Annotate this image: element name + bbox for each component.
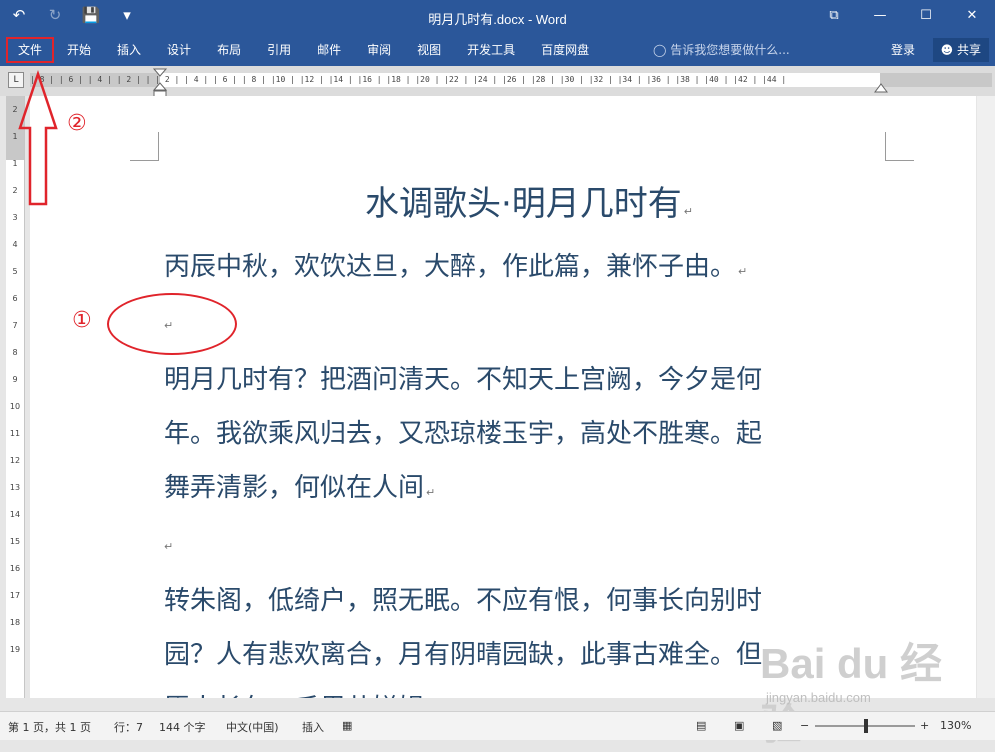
- tab-review[interactable]: 审阅: [354, 34, 404, 66]
- tell-me-search[interactable]: ◯ 告诉我您想要做什么...: [653, 34, 790, 66]
- annotation-ellipse: [107, 293, 237, 355]
- empty-paragraph: ↵: [164, 299, 894, 353]
- vertical-scrollbar[interactable]: [977, 96, 995, 698]
- ribbon: 文件 开始 插入 设计 布局 引用 邮件 审阅 视图 开发工具 百度网盘 ◯ 告…: [0, 34, 995, 66]
- login-link[interactable]: 登录: [891, 34, 915, 66]
- document-line: 年。我欲乘风归去，又恐琼楼玉宇，高处不胜寒。起: [164, 419, 763, 449]
- document-title: 水调歌头·明月几时有 ↵: [364, 184, 694, 224]
- indent-marker-icon[interactable]: [153, 68, 167, 98]
- watermark-url: jingyan.baidu.com: [766, 690, 871, 705]
- margin-corner-top-left: [130, 132, 159, 161]
- word-count[interactable]: 144 个字: [159, 719, 206, 735]
- print-layout-icon[interactable]: ▣: [734, 719, 744, 732]
- document-line: 转朱阁，低绮户，照无眠。不应有恨，何事长向别时: [164, 586, 763, 616]
- share-button[interactable]: ☻ 共享: [932, 38, 989, 62]
- ruler-ticks: | 8 | | 6 | | 4 | | 2 | | | 2 | | 4 | | …: [30, 75, 787, 84]
- ribbon-display-icon[interactable]: ⧉: [811, 0, 857, 32]
- paragraph-mark-icon: ↵: [164, 540, 174, 553]
- line-number: 行：7: [114, 721, 143, 734]
- zoom-out-button[interactable]: −: [800, 719, 809, 732]
- page-count[interactable]: 第 1 页，共 1 页: [8, 719, 91, 735]
- share-label: 共享: [956, 43, 981, 57]
- maximize-button[interactable]: ☐: [903, 0, 949, 32]
- zoom-slider-handle[interactable]: [864, 719, 868, 733]
- document-page[interactable]: 水调歌头·明月几时有 ↵ 丙辰中秋，欢饮达旦，大醉，作此篇，兼怀子由。 ↵ ↵ 明月…: [30, 96, 976, 698]
- document-line: 舞弄清影，何似在人间 ↵: [164, 473, 436, 503]
- web-layout-icon[interactable]: ▧: [772, 719, 782, 732]
- title-bar: ↶ ↻ 💾 ▾ 明月几时有.docx - Word ⧉ — ☐ ✕: [0, 0, 995, 34]
- document-body[interactable]: 水调歌头·明月几时有 ↵ 丙辰中秋，欢饮达旦，大醉，作此篇，兼怀子由。 ↵ ↵ 明月…: [164, 176, 894, 698]
- language-indicator[interactable]: 中文(中国): [226, 719, 279, 735]
- document-line: 丙辰中秋，欢饮达旦，大醉，作此篇，兼怀子由。 ↵: [164, 252, 748, 282]
- paragraph-mark-icon: ↵: [426, 486, 436, 499]
- status-bar: 第 1 页，共 1 页 行：7 144 个字 中文(中国) 插入 ▦ ▤ ▣ ▧…: [0, 711, 995, 740]
- zoom-level[interactable]: 130%: [940, 719, 971, 732]
- read-mode-icon[interactable]: ▤: [696, 719, 706, 732]
- macro-record-icon[interactable]: ▦: [342, 719, 352, 732]
- tab-layout[interactable]: 布局: [204, 34, 254, 66]
- insert-mode[interactable]: 插入: [302, 719, 324, 735]
- right-indent-icon[interactable]: [874, 80, 888, 94]
- document-line: 明月几时有？把酒问清天。不知天上宫阙，今夕是何: [164, 365, 763, 395]
- tab-baidu-netdisk[interactable]: 百度网盘: [528, 34, 602, 66]
- tab-insert[interactable]: 插入: [104, 34, 154, 66]
- minimize-button[interactable]: —: [857, 0, 903, 32]
- close-button[interactable]: ✕: [949, 0, 995, 32]
- margin-corner-top-right: [885, 132, 914, 161]
- tab-view[interactable]: 视图: [404, 34, 454, 66]
- ribbon-tabs: 文件 开始 插入 设计 布局 引用 邮件 审阅 视图 开发工具 百度网盘: [0, 34, 602, 66]
- annotation-number-1: ①: [72, 308, 92, 333]
- annotation-number-2: ②: [67, 111, 87, 136]
- tab-references[interactable]: 引用: [254, 34, 304, 66]
- tab-developer[interactable]: 开发工具: [454, 34, 528, 66]
- tab-mailings[interactable]: 邮件: [304, 34, 354, 66]
- zoom-in-button[interactable]: +: [920, 719, 929, 732]
- tab-file[interactable]: 文件: [6, 37, 55, 63]
- annotation-arrow-icon: [18, 70, 58, 206]
- person-icon: ☻: [940, 43, 954, 57]
- tab-design[interactable]: 设计: [154, 34, 204, 66]
- paragraph-mark-icon: ↵: [683, 205, 694, 218]
- lightbulb-icon: ◯: [653, 43, 667, 57]
- horizontal-ruler: L | 8 | | 6 | | 4 | | 2 | | | 2 | | 4 | …: [0, 66, 995, 98]
- tab-home[interactable]: 开始: [54, 34, 104, 66]
- tell-me-label: 告诉我您想要做什么...: [670, 43, 790, 57]
- empty-paragraph: ↵: [164, 520, 894, 574]
- baidu-watermark: Bai du 经验 jingyan.baidu.com: [760, 630, 960, 748]
- paragraph-mark-icon: ↵: [738, 265, 748, 278]
- window-controls: ⧉ — ☐ ✕: [811, 0, 995, 32]
